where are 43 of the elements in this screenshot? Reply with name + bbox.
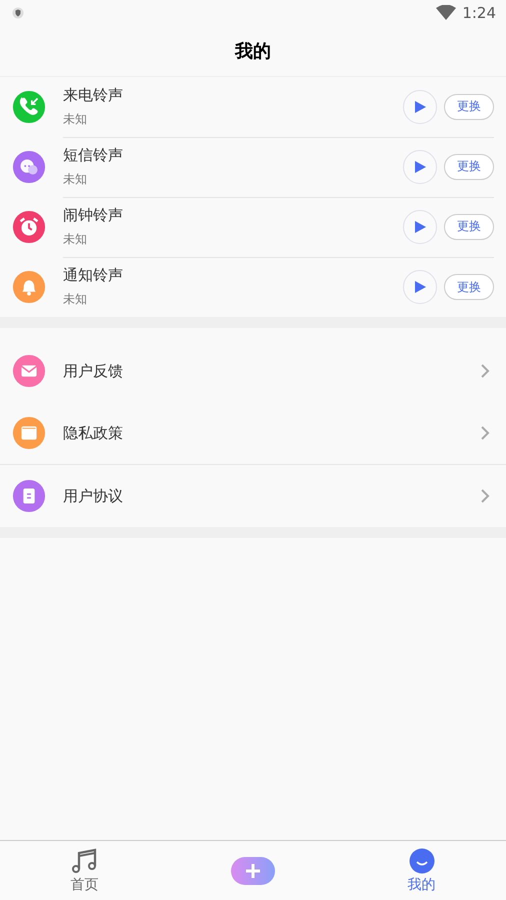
envelope-icon	[12, 354, 46, 388]
play-icon	[414, 220, 426, 232]
alarm-clock-icon	[12, 210, 46, 244]
phone-icon	[12, 90, 46, 124]
music-note-icon	[70, 848, 98, 874]
chevron-icon	[480, 425, 490, 441]
plus-icon	[244, 862, 261, 878]
play-icon	[414, 160, 426, 172]
ringtone-name: 通知铃声	[63, 266, 124, 285]
ringtone-name: 闹钟铃声	[63, 206, 124, 224]
play-button[interactable]	[403, 150, 437, 184]
page-title: 我的	[235, 40, 271, 63]
ringtone-name: 短信铃声	[63, 146, 124, 164]
chat-icon	[12, 150, 46, 184]
folder-icon	[12, 416, 46, 450]
shield-icon	[12, 7, 24, 19]
status-time: 1:24	[462, 4, 496, 22]
wifi-icon	[436, 5, 456, 21]
ringtone-value: 未知	[63, 110, 88, 128]
document-icon	[12, 479, 46, 513]
ringtone-value: 未知	[63, 170, 88, 188]
change-button[interactable]: 更换	[444, 274, 494, 300]
play-button[interactable]	[403, 270, 437, 304]
chevron-icon	[480, 363, 490, 379]
add-button[interactable]	[230, 856, 275, 884]
ringtone-name: 来电铃声	[63, 86, 124, 104]
change-button[interactable]: 更换	[444, 214, 494, 240]
change-button[interactable]: 更换	[444, 94, 494, 120]
smiley-icon	[408, 848, 435, 874]
change-button[interactable]: 更换	[444, 154, 494, 180]
play-button[interactable]	[403, 210, 437, 244]
ringtone-value: 未知	[63, 291, 88, 308]
tab[interactable]: 首页	[70, 848, 98, 894]
tab[interactable]: 我的	[408, 848, 436, 894]
menu-item[interactable]: 隐私政策	[0, 402, 506, 464]
play-icon	[414, 100, 426, 112]
menu-item[interactable]: 用户反馈	[0, 340, 506, 402]
play-icon	[414, 281, 426, 293]
play-button[interactable]	[403, 90, 437, 124]
bell-icon	[12, 270, 46, 304]
menu-item[interactable]: 用户协议	[0, 465, 506, 527]
chevron-icon	[480, 488, 490, 504]
ringtone-value: 未知	[63, 230, 88, 248]
